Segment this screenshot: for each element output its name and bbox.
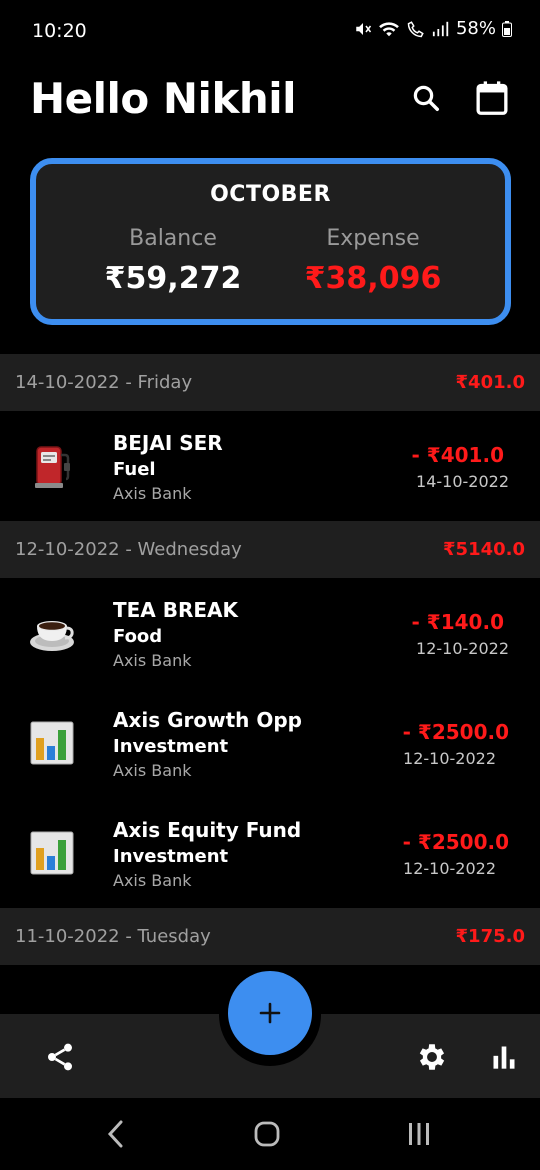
signal-icon: [432, 21, 449, 36]
transaction-title: Axis Growth Opp: [113, 708, 302, 732]
add-icon: [259, 1002, 281, 1024]
day-date: 14-10-2022 - Friday: [15, 372, 193, 393]
search-button[interactable]: [406, 78, 446, 118]
day-header: 11-10-2022 - Tuesday ₹175.0: [0, 908, 540, 965]
transaction-category: Investment: [113, 846, 229, 867]
battery-icon: [502, 20, 512, 37]
transaction-date: 12-10-2022: [403, 859, 496, 878]
transaction-amount: - ₹2500.0: [402, 830, 509, 854]
add-transaction-button[interactable]: [228, 971, 312, 1055]
transaction-date: 14-10-2022: [416, 472, 509, 491]
settings-icon: [419, 1044, 445, 1070]
nav-recents-button[interactable]: [399, 1116, 439, 1152]
transaction-bank: Axis Bank: [113, 761, 192, 780]
transaction-title: Axis Equity Fund: [113, 818, 302, 842]
day-date: 11-10-2022 - Tuesday: [15, 926, 211, 947]
transaction-bank: Axis Bank: [113, 651, 192, 670]
transaction-bank: Axis Bank: [113, 871, 192, 890]
transaction-list[interactable]: 14-10-2022 - Friday ₹401.0 BEJAI SER Fue…: [0, 354, 540, 965]
balance-label: Balance: [129, 226, 217, 251]
bar-chart-icon: [30, 831, 74, 875]
expense-label: Expense: [326, 226, 420, 251]
transaction-row[interactable]: BEJAI SER Fuel Axis Bank - ₹401.0 14-10-…: [0, 411, 540, 521]
transaction-date: 12-10-2022: [403, 749, 496, 768]
transaction-category: Investment: [113, 736, 229, 757]
greeting-title: Hello Nikhil: [30, 74, 297, 123]
transaction-amount: - ₹140.0: [411, 610, 504, 634]
transaction-category: Fuel: [113, 459, 156, 480]
search-icon: [413, 85, 439, 111]
day-header: 12-10-2022 - Wednesday ₹5140.0: [0, 521, 540, 578]
transaction-title: TEA BREAK: [113, 598, 239, 622]
calendar-icon: [476, 81, 508, 115]
home-icon: [254, 1121, 280, 1147]
expense-stat: Expense ₹38,096: [273, 226, 473, 296]
summary-card[interactable]: OCTOBER Balance ₹59,272 Expense ₹38,096: [30, 158, 511, 325]
expense-value: ₹38,096: [304, 261, 442, 296]
transaction-row[interactable]: Axis Equity Fund Investment Axis Bank - …: [0, 798, 540, 908]
battery-percent: 58%: [455, 18, 496, 39]
transaction-row[interactable]: Axis Growth Opp Investment Axis Bank - ₹…: [0, 688, 540, 798]
month-label: OCTOBER: [210, 182, 331, 207]
back-icon: [107, 1120, 123, 1148]
day-date: 12-10-2022 - Wednesday: [15, 539, 242, 560]
share-button[interactable]: [40, 1037, 80, 1077]
day-header: 14-10-2022 - Friday ₹401.0: [0, 354, 540, 411]
status-time: 10:20: [32, 20, 87, 42]
stats-button[interactable]: [484, 1037, 524, 1077]
share-icon: [48, 1043, 72, 1071]
settings-button[interactable]: [412, 1037, 452, 1077]
balance-stat: Balance ₹59,272: [73, 226, 273, 296]
system-nav-bar: [0, 1098, 540, 1170]
wifi-icon: [379, 21, 399, 36]
status-bar: 10:20 58%: [0, 0, 540, 62]
day-total: ₹175.0: [455, 926, 525, 947]
call-icon: [407, 20, 424, 37]
transaction-amount: - ₹401.0: [411, 443, 504, 467]
nav-home-button[interactable]: [247, 1116, 287, 1152]
fuel-pump-icon: [35, 446, 70, 488]
day-total: ₹5140.0: [443, 539, 525, 560]
bar-chart-icon: [30, 721, 74, 765]
transaction-amount: - ₹2500.0: [402, 720, 509, 744]
transaction-row[interactable]: TEA BREAK Food Axis Bank - ₹140.0 12-10-…: [0, 578, 540, 688]
status-icons: 58%: [354, 18, 512, 39]
transaction-category: Food: [113, 626, 163, 647]
recents-icon: [409, 1123, 429, 1145]
transaction-bank: Axis Bank: [113, 484, 192, 503]
transaction-date: 12-10-2022: [416, 639, 509, 658]
stats-icon: [493, 1046, 515, 1069]
day-total: ₹401.0: [455, 372, 525, 393]
coffee-cup-icon: [30, 621, 74, 651]
balance-value: ₹59,272: [104, 261, 242, 296]
calendar-button[interactable]: [472, 78, 512, 118]
mute-icon: [356, 22, 372, 35]
nav-back-button[interactable]: [96, 1116, 136, 1152]
transaction-title: BEJAI SER: [113, 431, 223, 455]
